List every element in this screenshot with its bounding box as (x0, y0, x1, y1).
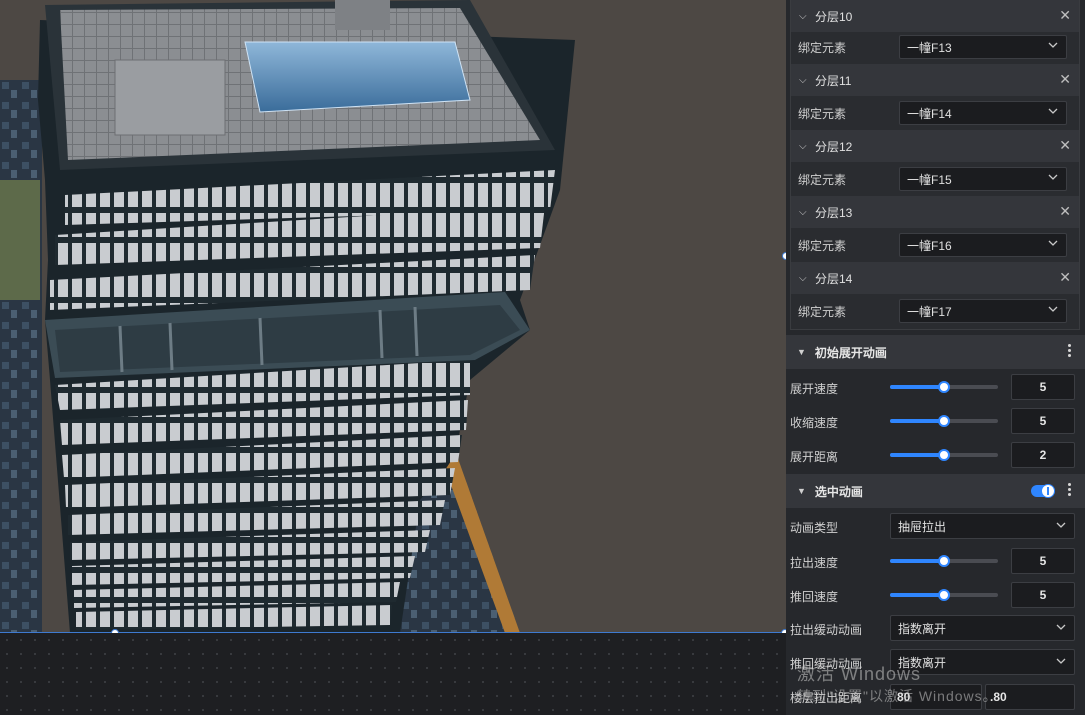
building-scene (0, 0, 575, 633)
chevron-down-icon[interactable]: ⌵ (799, 75, 809, 86)
layer-header[interactable]: ⌵ 分层11 ✕ (791, 64, 1079, 96)
expand-speed-input[interactable]: 5 (1011, 374, 1075, 400)
push-speed-input[interactable]: 5 (1011, 582, 1075, 608)
layer-title: 分层13 (815, 205, 853, 220)
timeline-area[interactable] (0, 633, 786, 715)
anim-type-select[interactable]: 抽屉拉出 (890, 513, 1075, 539)
caret-down-icon[interactable]: ▼ (797, 347, 806, 357)
property-panel: ⌵ 分层10 ✕ 绑定元素 一幢F13 ⌵ 分层11 ✕ 绑定元素 一幢F14 (786, 0, 1085, 715)
bind-row: 绑定元素 一幢F15 (791, 162, 1079, 196)
bind-select[interactable]: 一幢F16 (899, 233, 1067, 257)
chevron-down-icon (1056, 522, 1066, 528)
bind-label: 绑定元素 (798, 238, 847, 253)
select-value: 一幢F16 (907, 238, 952, 253)
expand-distance-input[interactable]: 2 (1011, 442, 1075, 468)
push-speed-row: 推回速度 5 (786, 578, 1085, 612)
shrink-speed-slider[interactable] (890, 415, 998, 427)
expand-distance-slider[interactable] (890, 449, 998, 461)
pull-speed-row: 拉出速度 5 (786, 544, 1085, 578)
bind-select[interactable]: 一幢F14 (899, 101, 1067, 125)
slider-knob[interactable] (938, 449, 950, 461)
select-value: 一幢F14 (907, 106, 952, 121)
prop-label: 动画类型 (790, 521, 839, 535)
expand-speed-slider[interactable] (890, 381, 998, 393)
shrink-speed-row: 收缩速度 5 (786, 404, 1085, 438)
chevron-down-icon (1048, 174, 1058, 180)
bind-row: 绑定元素 一幢F13 (791, 30, 1079, 64)
bind-label: 绑定元素 (798, 106, 847, 121)
chevron-down-icon[interactable]: ⌵ (799, 273, 809, 284)
close-icon[interactable]: ✕ (1059, 72, 1071, 86)
layer-header[interactable]: ⌵ 分层14 ✕ (791, 262, 1079, 294)
bind-label: 绑定元素 (798, 40, 847, 55)
layer-header[interactable]: ⌵ 分层13 ✕ (791, 196, 1079, 228)
slider-knob[interactable] (938, 555, 950, 567)
more-icon[interactable] (1068, 483, 1072, 499)
activation-watermark-title: 激活 Windows (797, 664, 922, 684)
more-icon[interactable] (1068, 344, 1072, 360)
close-icon[interactable]: ✕ (1059, 8, 1071, 22)
select-value: 一幢F17 (907, 304, 952, 319)
floor-distance-input-2[interactable]: .80 (985, 684, 1075, 710)
chevron-down-icon (1056, 624, 1066, 630)
expand-distance-row: 展开距离 2 (786, 438, 1085, 472)
chevron-down-icon[interactable]: ⌵ (799, 141, 809, 152)
chevron-down-icon (1048, 306, 1058, 312)
prop-label: 拉出缓动动画 (790, 623, 863, 637)
chevron-down-icon[interactable]: ⌵ (799, 11, 809, 22)
bind-row: 绑定元素 一幢F14 (791, 96, 1079, 130)
layer-list: ⌵ 分层10 ✕ 绑定元素 一幢F13 ⌵ 分层11 ✕ 绑定元素 一幢F14 (790, 0, 1080, 330)
chevron-down-icon (1056, 658, 1066, 664)
bind-select[interactable]: 一幢F15 (899, 167, 1067, 191)
pull-speed-slider[interactable] (890, 555, 998, 567)
pull-speed-input[interactable]: 5 (1011, 548, 1075, 574)
bind-row: 绑定元素 一幢F16 (791, 228, 1079, 262)
chevron-down-icon[interactable]: ⌵ (799, 207, 809, 218)
bind-label: 绑定元素 (798, 172, 847, 187)
bind-select[interactable]: 一幢F17 (899, 299, 1067, 323)
layer-title: 分层14 (815, 271, 853, 286)
3d-viewport[interactable] (0, 0, 786, 633)
initial-anim-header[interactable]: ▼ 初始展开动画 (786, 335, 1085, 369)
activation-watermark-text: 转到"设置"以激活 Windows。 (797, 688, 998, 704)
bind-label: 绑定元素 (798, 304, 847, 319)
layer-title: 分层12 (815, 139, 853, 154)
close-icon[interactable]: ✕ (1059, 204, 1071, 218)
slider-knob[interactable] (938, 589, 950, 601)
caret-down-icon[interactable]: ▼ (797, 486, 806, 496)
layer-header[interactable]: ⌵ 分层12 ✕ (791, 130, 1079, 162)
section-title: 初始展开动画 (814, 345, 887, 360)
anim-type-row: 动画类型 抽屉拉出 (786, 509, 1085, 543)
bind-select[interactable]: 一幢F13 (899, 35, 1067, 59)
layer-title: 分层11 (815, 73, 852, 88)
select-value: 一幢F15 (907, 172, 952, 187)
pull-easing-select[interactable]: 指数离开 (890, 615, 1075, 641)
prop-label: 拉出速度 (790, 556, 839, 570)
select-value: 一幢F13 (907, 40, 952, 55)
layer-header[interactable]: ⌵ 分层10 ✕ (791, 0, 1079, 32)
select-anim-toggle[interactable] (1031, 484, 1055, 498)
pull-easing-row: 拉出缓动动画 指数离开 (786, 611, 1085, 645)
chevron-down-icon (1048, 108, 1058, 114)
select-anim-header[interactable]: ▼ 选中动画 (786, 474, 1085, 508)
section-title: 选中动画 (814, 484, 863, 499)
expand-speed-row: 展开速度 5 (786, 370, 1085, 404)
prop-label: 展开速度 (790, 382, 839, 396)
shrink-speed-input[interactable]: 5 (1011, 408, 1075, 434)
layer-title: 分层10 (815, 9, 853, 24)
select-value: 抽屉拉出 (898, 519, 947, 534)
slider-knob[interactable] (938, 415, 950, 427)
select-value: 指数离开 (898, 621, 947, 636)
chevron-down-icon (1048, 240, 1058, 246)
close-icon[interactable]: ✕ (1059, 138, 1071, 152)
push-speed-slider[interactable] (890, 589, 998, 601)
chevron-down-icon (1048, 42, 1058, 48)
prop-label: 推回速度 (790, 590, 839, 604)
prop-label: 展开距离 (790, 450, 839, 464)
bind-row: 绑定元素 一幢F17 (791, 294, 1079, 328)
prop-label: 收缩速度 (790, 416, 839, 430)
close-icon[interactable]: ✕ (1059, 270, 1071, 284)
slider-knob[interactable] (938, 381, 950, 393)
